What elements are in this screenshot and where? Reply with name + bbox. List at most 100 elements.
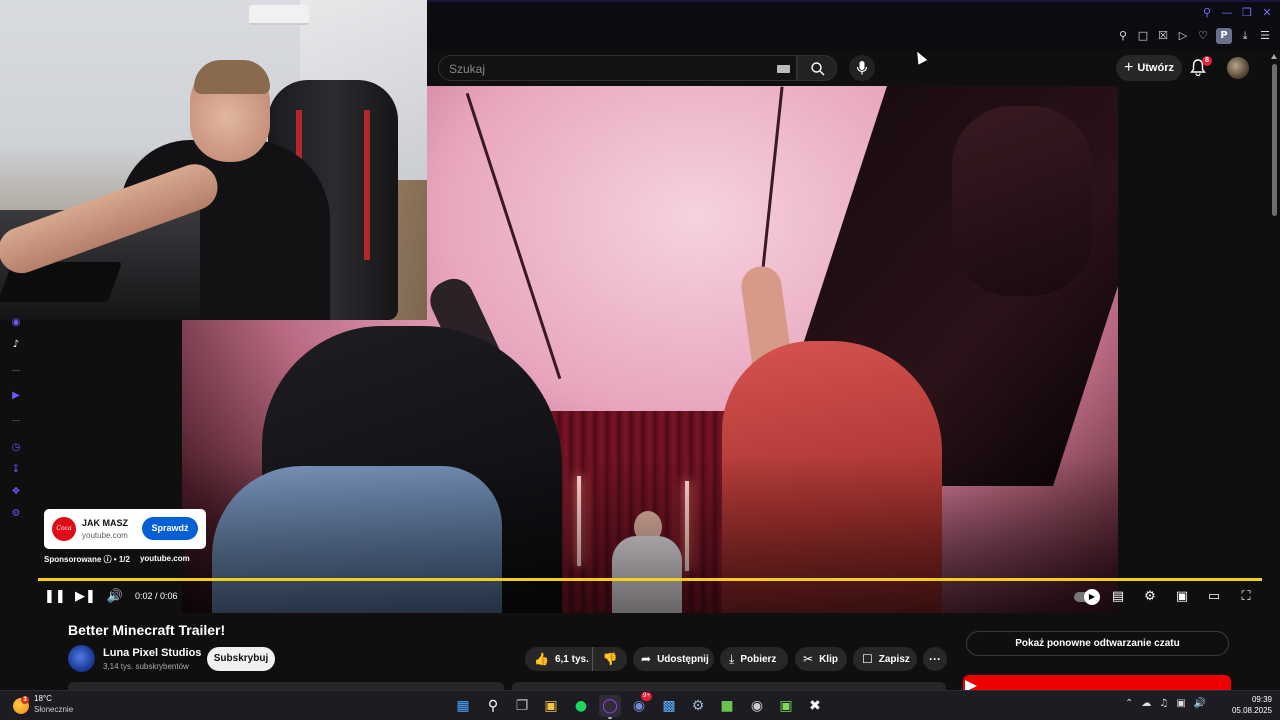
play-icon[interactable]: ▷: [1176, 29, 1190, 43]
theater-icon[interactable]: ▭: [1205, 589, 1223, 605]
ad-sponsored-info[interactable]: Sponsorowane ⓘ • 1/2: [44, 554, 130, 565]
scrollbar-thumb[interactable]: [1272, 64, 1277, 216]
windows-start-icon[interactable]: ▦: [452, 695, 474, 717]
account-avatar[interactable]: [1227, 57, 1249, 79]
system-tray: ⌃ ☁ ♫ ▣ 🔊: [1125, 698, 1206, 709]
save-button[interactable]: ☐ Zapisz: [853, 647, 917, 671]
fullscreen-icon[interactable]: ⛶: [1237, 589, 1255, 605]
create-button[interactable]: + Utwórz: [1116, 55, 1182, 81]
share-button[interactable]: ➦ Udostępnij: [633, 647, 714, 671]
notifications-button[interactable]: 8: [1190, 56, 1212, 78]
save-label: Zapisz: [878, 653, 910, 665]
youtube-banner[interactable]: [963, 675, 1231, 692]
download-button[interactable]: ⤓ Pobierz: [720, 647, 788, 671]
volume-icon[interactable]: 🔊: [106, 589, 124, 605]
more-actions-button[interactable]: ···: [923, 647, 947, 671]
puzzle-icon[interactable]: ❖: [10, 486, 22, 498]
weather-icon[interactable]: 3: [13, 696, 29, 714]
ad-card[interactable]: Coca JAK MASZ youtube.com Sprawdź: [44, 509, 206, 549]
create-label: Utwórz: [1137, 62, 1174, 74]
search-box: [438, 55, 797, 81]
time-display: 0:02 / 0:06: [135, 591, 178, 601]
cloud-icon[interactable]: ☁: [1141, 698, 1151, 709]
subscribe-button[interactable]: Subskrybuj: [207, 647, 275, 671]
dislike-button[interactable]: 👎: [593, 652, 627, 666]
taskbar-clock[interactable]: 09:39 05.08.2025: [1222, 694, 1272, 716]
tray-chevron-icon[interactable]: ⌃: [1125, 698, 1133, 709]
like-button[interactable]: 👍 6,1 tys.: [525, 647, 593, 671]
info-icon[interactable]: ⓘ: [104, 555, 112, 564]
search-icon[interactable]: ⚲: [1200, 6, 1214, 20]
volume-icon[interactable]: 🔊: [1194, 698, 1206, 709]
network-icon[interactable]: ▣: [1176, 698, 1185, 709]
video-info-area: Better Minecraft Trailer! Luna Pixel Stu…: [0, 613, 1268, 692]
settings-icon[interactable]: ⚙: [1141, 589, 1159, 605]
download-icon: ⤓: [729, 651, 735, 666]
channel-name[interactable]: Luna Pixel Studios: [103, 647, 201, 659]
clip-button[interactable]: ✂ Klip: [795, 647, 847, 671]
progress-bar[interactable]: [38, 578, 1262, 581]
chat-replay-button[interactable]: Pokaż ponowne odtwarzanie czatu: [966, 631, 1229, 656]
close-icon[interactable]: ✕: [1260, 6, 1274, 20]
search-input[interactable]: [449, 60, 749, 78]
tiktok-icon[interactable]: ♪: [10, 339, 22, 351]
channel-avatar[interactable]: [68, 645, 95, 672]
content-box-edge: [512, 682, 946, 690]
progress-played: [38, 578, 1262, 581]
voice-search-button[interactable]: [849, 55, 875, 81]
ad-link[interactable]: youtube.com: [140, 554, 190, 565]
capcut-icon[interactable]: ✖: [804, 695, 826, 717]
history-icon[interactable]: ◷: [10, 442, 22, 454]
settings-icon[interactable]: ⚙: [10, 508, 22, 520]
opera-gx-icon[interactable]: ◯: [599, 695, 621, 719]
subtitles-icon[interactable]: ▤: [1109, 589, 1127, 605]
store-icon[interactable]: ▩: [658, 695, 680, 717]
download-icon[interactable]: ↧: [10, 464, 22, 476]
app-icon[interactable]: ▣: [775, 695, 797, 717]
keyboard-icon[interactable]: [777, 65, 790, 73]
miniplayer-icon[interactable]: ▣: [1173, 589, 1191, 605]
search-icon[interactable]: ⚲: [482, 695, 504, 717]
screenshot-icon[interactable]: □: [1136, 29, 1150, 43]
extensions-bar: ⚲ □ ☒ ▷ ♡ P ⤓ ☰: [1116, 28, 1272, 44]
download-label: Pobierz: [740, 653, 777, 665]
thumbs-down-icon: 👎: [602, 652, 618, 666]
autoplay-toggle[interactable]: ▶: [1074, 589, 1100, 605]
menu-icon[interactable]: ☰: [1258, 29, 1272, 43]
scissors-icon: ✂: [803, 652, 814, 666]
scroll-up-arrow[interactable]: [1271, 54, 1277, 59]
comment-area-edge: [68, 682, 946, 690]
downloads-icon[interactable]: ⤓: [1238, 29, 1252, 43]
ad-sponsored-label: Sponsorowane: [44, 555, 102, 564]
instagram-icon[interactable]: ◉: [10, 317, 22, 329]
page-scrollbar[interactable]: [1268, 50, 1280, 670]
minimize-icon[interactable]: —: [1220, 6, 1234, 20]
guide-divider: [12, 370, 20, 371]
next-icon[interactable]: ▶❚: [75, 589, 96, 605]
bookmark-icon: ☐: [862, 652, 873, 666]
pause-icon[interactable]: ❚❚: [44, 589, 66, 605]
channel-subscribers: 3,14 tys. subskrybentów: [103, 662, 189, 671]
spotify-icon[interactable]: ●: [570, 695, 592, 717]
shield-icon[interactable]: ☒: [1156, 29, 1170, 43]
weather-description[interactable]: Słonecznie: [34, 705, 73, 714]
ad-cta-button[interactable]: Sprawdź: [142, 517, 198, 540]
thumbs-up-icon: 👍: [534, 652, 549, 666]
minecraft-icon[interactable]: ■: [716, 695, 738, 717]
share-icon: ➦: [641, 652, 652, 666]
task-view-icon[interactable]: ❐: [511, 695, 533, 717]
profile-avatar[interactable]: P: [1216, 28, 1232, 44]
play-circle-icon[interactable]: ▶: [10, 390, 22, 402]
file-explorer-icon[interactable]: ▣: [540, 695, 562, 717]
discord-icon[interactable]: ◉ 9+: [628, 692, 652, 717]
heart-icon[interactable]: ♡: [1196, 29, 1210, 43]
search-button[interactable]: [797, 55, 837, 81]
guide-divider: [12, 420, 20, 421]
ad-domain: youtube.com: [82, 531, 128, 540]
microphone-icon[interactable]: ♫: [1159, 698, 1168, 709]
restore-icon[interactable]: ❐: [1240, 6, 1254, 20]
weather-temperature[interactable]: 18°C: [34, 694, 52, 703]
steam-icon[interactable]: ⚙: [687, 695, 709, 717]
pin-icon[interactable]: ⚲: [1116, 29, 1130, 43]
chrome-icon[interactable]: ◉: [746, 695, 768, 717]
